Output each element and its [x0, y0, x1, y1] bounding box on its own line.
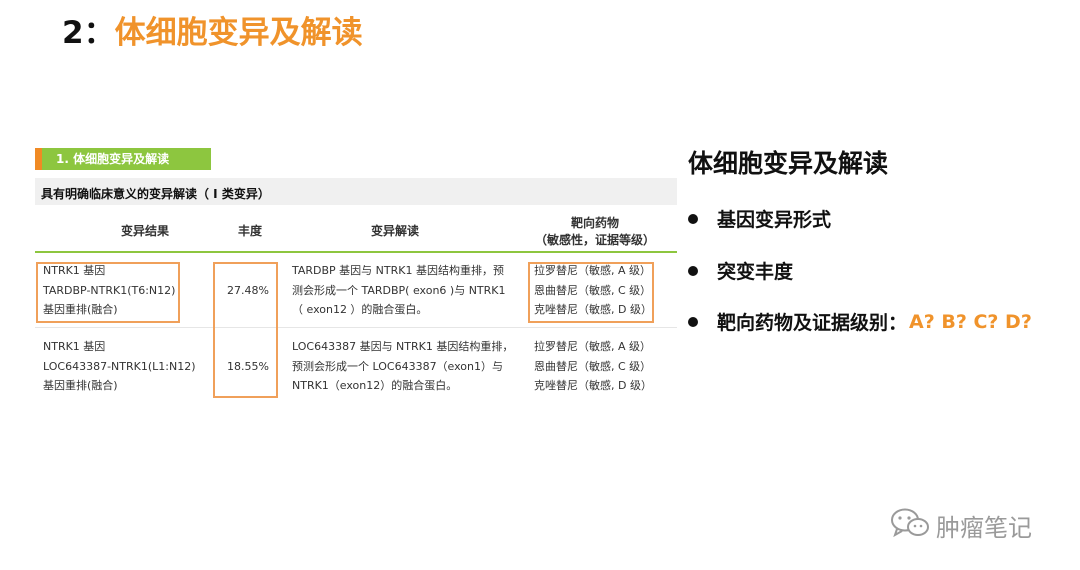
- row-2-type: 基因重排(融合): [43, 379, 118, 392]
- bullet-label: 突变丰度: [717, 261, 794, 283]
- row-2-drug-2: 恩曲替尼（敏感, C 级）: [534, 359, 652, 373]
- section-header: 1. 体细胞变异及解读: [35, 148, 211, 170]
- highlight-box-result: [36, 262, 180, 323]
- row-2-interp-line-3: NTRK1（exon12）的融合蛋白。: [292, 379, 458, 392]
- row-2-interp-line-2: 预测会形成一个 LOC643387（exon1）与: [292, 359, 504, 373]
- row-2-gene: NTRK1 基因: [43, 340, 106, 353]
- col-header-interpretation: 变异解读: [370, 224, 419, 238]
- panel-title: 体细胞变异及解读: [688, 149, 889, 178]
- col-header-result: 变异结果: [120, 224, 169, 238]
- row-2-fusion: LOC643387-NTRK1(L1:N12): [43, 359, 196, 373]
- row-divider: [35, 327, 677, 328]
- bullet-mutation-abundance: 突变丰度: [688, 257, 793, 284]
- table-row-2-drugs: 拉罗替尼（敏感, A 级） 恩曲替尼（敏感, C 级） 克唑替尼（敏感, D 级…: [534, 337, 652, 396]
- bullet-dot: [688, 265, 698, 276]
- highlight-box-drugs: [528, 262, 654, 323]
- bullet-dot: [688, 213, 698, 224]
- wechat-icon: [890, 507, 930, 543]
- col-header-drug-line1: 靶向药物: [570, 216, 619, 230]
- row-1-interp-line-3: （ exon12 ）的融合蛋白。: [292, 303, 428, 316]
- bullet-dot: [688, 316, 698, 327]
- highlight-box-abundance: [213, 262, 278, 398]
- watermark: 肿瘤笔记: [890, 507, 1032, 543]
- slide-title-text: 体细胞变异及解读: [114, 14, 363, 51]
- table-subheading: 具有明确临床意义的变异解读（ Ⅰ 类变异）: [41, 187, 270, 201]
- col-header-drug: 靶向药物 （敏感性，证据等级）: [525, 215, 665, 249]
- watermark-text: 肿瘤笔记: [936, 513, 1032, 542]
- bullet-label: 靶向药物及证据级别：: [717, 312, 908, 334]
- row-2-interp-line-1: LOC643387 基因与 NTRK1 基因结构重排，: [292, 340, 514, 353]
- bullet-targeted-drugs: 靶向药物及证据级别： A? B? C? D?: [688, 308, 1032, 335]
- slide-title: 2： 体细胞变异及解读: [62, 8, 363, 51]
- slide-number: 2：: [62, 14, 115, 51]
- table-row-2-interpretation: LOC643387 基因与 NTRK1 基因结构重排， 预测会形成一个 LOC6…: [292, 337, 513, 396]
- row-2-drug-3: 克唑替尼（敏感, D 级）: [534, 379, 652, 392]
- row-1-interp-line-2: 测会形成一个 TARDBP( exon6 )与 NTRK1: [292, 283, 506, 297]
- evidence-grades: A? B? C? D?: [909, 310, 1032, 333]
- row-1-interp-line-1: TARDBP 基因与 NTRK1 基因结构重排，预: [292, 264, 504, 277]
- header-divider: [35, 251, 677, 253]
- table-row-2-result: NTRK1 基因 LOC643387-NTRK1(L1:N12) 基因重排(融合…: [43, 337, 195, 396]
- table-row-1-interpretation: TARDBP 基因与 NTRK1 基因结构重排，预 测会形成一个 TARDBP(…: [292, 261, 506, 320]
- report-excerpt: 1. 体细胞变异及解读 具有明确临床意义的变异解读（ Ⅰ 类变异） 变异结果 丰…: [35, 145, 677, 415]
- col-header-abundance: 丰度: [237, 224, 262, 238]
- col-header-drug-line2: （敏感性，证据等级）: [534, 233, 655, 247]
- row-2-drug-1: 拉罗替尼（敏感, A 级）: [534, 340, 652, 353]
- bullet-label: 基因变异形式: [717, 209, 832, 231]
- bullet-variant-form: 基因变异形式: [688, 205, 831, 232]
